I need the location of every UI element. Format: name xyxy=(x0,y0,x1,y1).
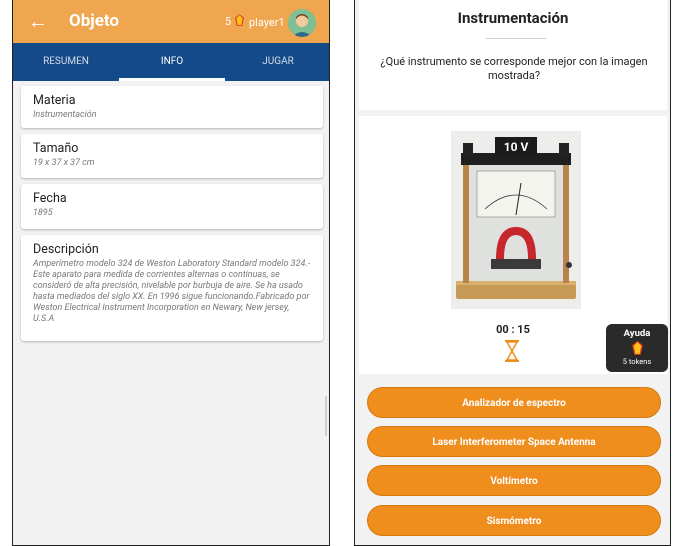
info-card-tamano: Tamaño 19 x 37 x 37 cm xyxy=(21,134,323,178)
tab-info[interactable]: INFO xyxy=(119,43,225,81)
help-tokens: 5 tokens xyxy=(622,357,652,366)
divider xyxy=(486,38,546,39)
card-value: 19 x 37 x 37 cm xyxy=(33,158,95,168)
card-value: 1895 xyxy=(33,208,53,218)
back-arrow-icon[interactable]: ← xyxy=(28,9,48,34)
page-title: Objeto xyxy=(69,11,120,31)
card-label: Materia xyxy=(33,93,76,108)
hourglass-icon xyxy=(505,340,519,362)
avatar[interactable] xyxy=(288,9,316,37)
object-screen: ← Objeto 5 player1 RESUMEN INFO JUGAR Ma… xyxy=(12,0,330,546)
card-label: Descripción xyxy=(33,242,99,257)
quiz-screen: Instrumentación ¿Qué instrumento se corr… xyxy=(354,0,671,546)
voltmeter-photo xyxy=(451,131,581,309)
help-title: Ayuda xyxy=(623,328,651,339)
help-button[interactable]: Ayuda 5 tokens xyxy=(606,324,668,372)
question-header: Instrumentación ¿Qué instrumento se corr… xyxy=(359,0,667,110)
token-count: 5 xyxy=(225,15,232,28)
answer-button-2[interactable]: Laser Interferometer Space Antenna xyxy=(367,426,661,457)
player-name[interactable]: player1 xyxy=(249,16,285,29)
info-card-materia: Materia Instrumentación xyxy=(21,86,323,128)
answer-button-1[interactable]: Analizador de espectro xyxy=(367,387,661,418)
tab-bar: RESUMEN INFO JUGAR xyxy=(13,43,329,81)
quiz-title: Instrumentación xyxy=(457,9,569,27)
avatar-person-icon xyxy=(288,9,316,37)
card-value: Instrumentación xyxy=(33,110,97,120)
answer-button-4[interactable]: Sismómetro xyxy=(367,505,661,536)
app-bar: ← Objeto 5 player1 xyxy=(13,0,329,43)
question-text: ¿Qué instrumento se corresponde mejor co… xyxy=(380,55,648,82)
card-value: Amperímetro modelo 324 de Weston Laborat… xyxy=(33,259,311,324)
card-label: Tamaño xyxy=(33,141,79,156)
tab-jugar[interactable]: JUGAR xyxy=(225,43,329,81)
info-card-fecha: Fecha 1895 xyxy=(21,184,323,229)
scrollbar[interactable] xyxy=(325,396,327,436)
question-body: 10 V 00 : 15 Ayuda 5 tokens xyxy=(359,116,668,374)
active-tab-indicator xyxy=(119,78,225,81)
answer-button-3[interactable]: Voltímetro xyxy=(367,465,661,496)
instrument-image: 10 V xyxy=(451,131,581,309)
gem-icon xyxy=(235,14,244,26)
gem-icon xyxy=(631,341,643,355)
card-label: Fecha xyxy=(33,191,67,206)
tab-resumen[interactable]: RESUMEN xyxy=(13,43,119,81)
info-card-descripcion: Descripción Amperímetro modelo 324 de We… xyxy=(21,235,323,341)
photo-label: 10 V xyxy=(495,137,537,157)
